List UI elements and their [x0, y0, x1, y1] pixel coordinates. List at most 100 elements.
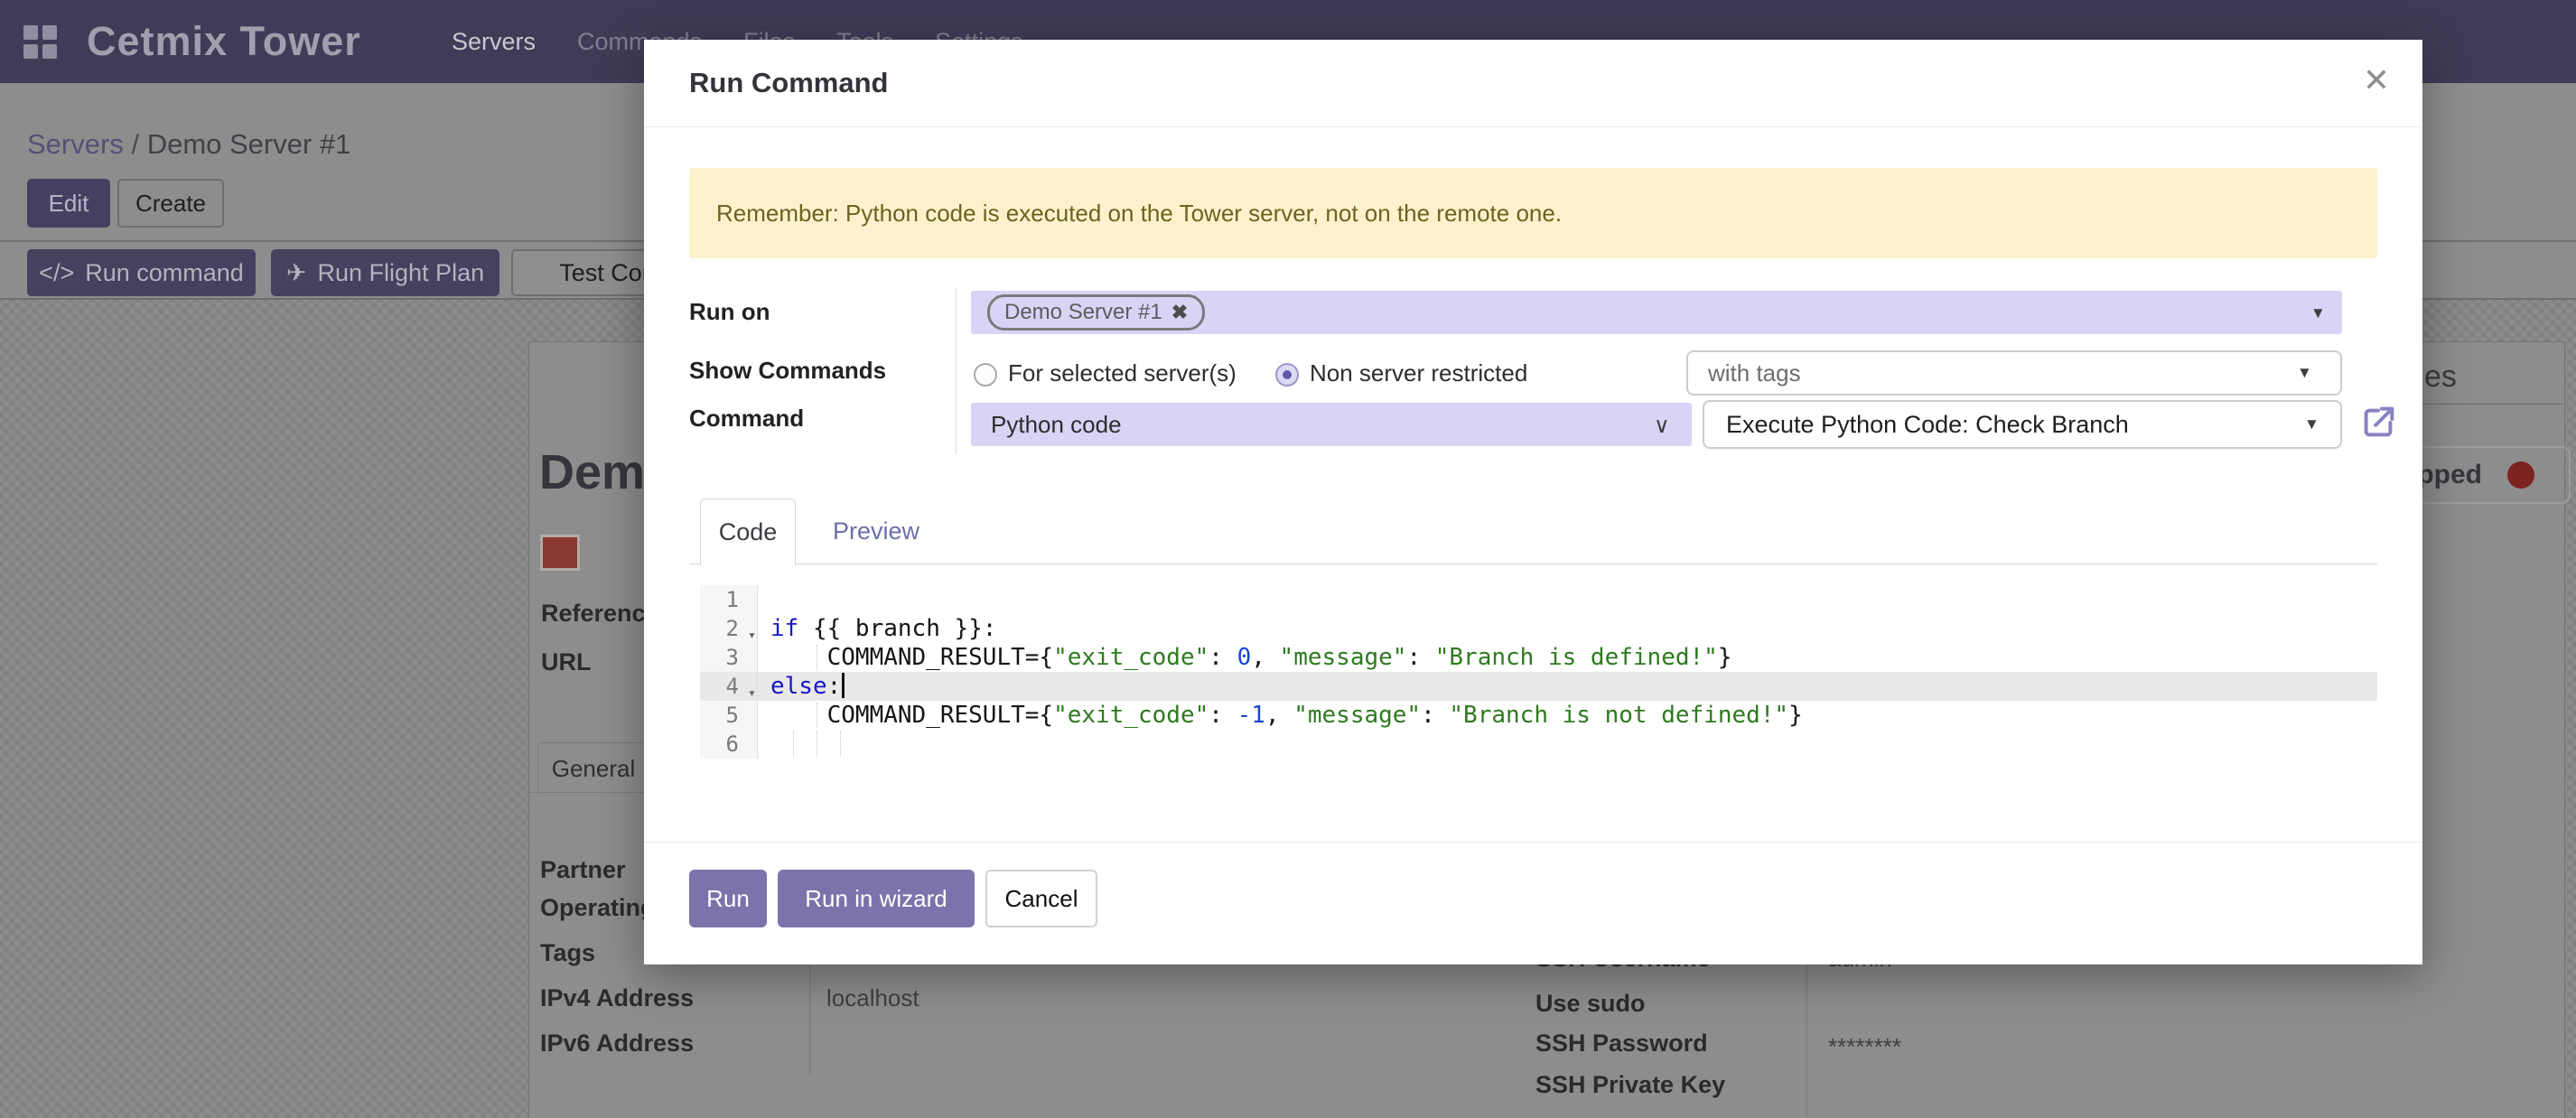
divider	[956, 287, 957, 453]
apps-menu-icon[interactable]	[23, 25, 57, 59]
app-screen: Cetmix Tower Servers Commands Files Tool…	[0, 0, 2576, 1118]
external-link-icon[interactable]	[2357, 402, 2399, 443]
radio-for-selected-servers[interactable]	[974, 363, 997, 387]
cancel-button[interactable]: Cancel	[985, 870, 1097, 927]
run-on-label: Run on	[689, 298, 770, 326]
tab-general[interactable]: General	[537, 742, 649, 794]
breadcrumb-servers-link[interactable]: Servers	[27, 128, 124, 160]
code-line-content: else:	[758, 672, 2377, 701]
run-in-wizard-button[interactable]: Run in wizard	[778, 870, 975, 927]
code-token: }	[1718, 644, 1732, 671]
code-token: :	[1209, 702, 1237, 729]
command-select[interactable]: Execute Python Code: Check Branch	[1703, 400, 2342, 449]
text-cursor	[842, 673, 845, 698]
chevron-down-icon: ▼	[2297, 364, 2312, 382]
command-type-value: Python code	[991, 411, 1122, 439]
editor-line[interactable]: 5 COMMAND_RESULT={"exit_code": -1, "mess…	[700, 701, 2377, 730]
radio-non-server-restricted[interactable]	[1275, 363, 1299, 387]
code-token: "exit_code"	[1053, 702, 1209, 729]
tags-filter-select[interactable]: with tags	[1686, 350, 2342, 396]
tab-code[interactable]: Code	[700, 498, 796, 565]
chevron-down-icon: ∨	[1654, 413, 1670, 439]
editor-line[interactable]: 4▾else:	[700, 672, 2377, 701]
tags-label: Tags	[540, 939, 595, 967]
editor-line[interactable]: 3 COMMAND_RESULT={"exit_code": 0, "messa…	[700, 643, 2377, 672]
code-token: -1	[1237, 702, 1265, 729]
indent-guide	[840, 731, 841, 757]
breadcrumb: Servers / Demo Server #1	[27, 128, 350, 161]
code-token: "message"	[1280, 644, 1407, 671]
breadcrumb-separator: /	[131, 128, 139, 160]
code-token: COMMAND_RESULT={	[770, 644, 1053, 671]
indent-guide	[793, 731, 794, 757]
radio-for-selected-servers-label[interactable]: For selected server(s)	[1008, 359, 1237, 387]
code-line-content: if {{ branch }}:	[758, 614, 2377, 643]
ssh-password-label: SSH Password	[1535, 1029, 1708, 1057]
breadcrumb-current: Demo Server #1	[147, 128, 351, 160]
run-flight-plan-button[interactable]: ✈ Run Flight Plan	[271, 249, 499, 296]
url-label: URL	[541, 648, 592, 676]
code-token: ,	[1251, 644, 1279, 671]
run-flight-plan-label: Run Flight Plan	[318, 259, 485, 287]
code-token: "exit_code"	[1053, 644, 1209, 671]
ssh-private-key-label: SSH Private Key	[1535, 1071, 1725, 1099]
editor-line[interactable]: 2▾if {{ branch }}:	[700, 614, 2377, 643]
server-color-tag[interactable]	[540, 535, 580, 571]
ipv4-label: IPv4 Address	[540, 984, 694, 1012]
radio-non-server-restricted-label[interactable]: Non server restricted	[1310, 359, 1527, 387]
editor-gutter: 2▾	[700, 614, 758, 643]
status-stopped-dot-icon	[2507, 461, 2534, 489]
tags-filter-placeholder: with tags	[1708, 359, 1801, 387]
close-icon[interactable]: ✕	[2363, 61, 2390, 99]
tab-preview[interactable]: Preview	[817, 498, 935, 564]
ssh-password-value: ********	[1828, 1033, 1901, 1061]
code-token: "Branch is not defined!"	[1449, 702, 1788, 729]
divider	[644, 842, 2422, 843]
code-token: ,	[1265, 702, 1293, 729]
code-line-content	[758, 585, 2377, 614]
alert-text: Remember: Python code is executed on the…	[716, 200, 1562, 228]
code-token: {{ branch }}:	[798, 615, 996, 642]
code-token: :	[1209, 644, 1237, 671]
tag-remove-icon[interactable]: ✖	[1171, 301, 1188, 324]
create-button[interactable]: Create	[117, 179, 224, 228]
run-button[interactable]: Run	[689, 870, 767, 927]
run-command-modal: Run Command ✕ Remember: Python code is e…	[644, 40, 2422, 964]
editor-line[interactable]: 1	[700, 585, 2377, 614]
code-token: :	[827, 673, 842, 700]
edit-button[interactable]: Edit	[27, 179, 110, 228]
run-on-select[interactable]: Demo Server #1 ✖	[971, 291, 2342, 334]
code-token: :	[1421, 702, 1449, 729]
line-number: 6	[726, 730, 739, 759]
code-token: 0	[1237, 644, 1252, 671]
ipv4-value: localhost	[826, 984, 919, 1012]
run-on-tag-label: Demo Server #1	[1004, 300, 1162, 325]
chevron-down-icon: ▼	[2310, 304, 2326, 322]
divider	[2422, 404, 2563, 405]
brand-title: Cetmix Tower	[87, 18, 361, 65]
code-line-content: COMMAND_RESULT={"exit_code": -1, "messag…	[758, 701, 2377, 730]
code-editor[interactable]: 12▾if {{ branch }}:3 COMMAND_RESULT={"ex…	[700, 585, 2377, 759]
plane-icon: ✈	[286, 259, 307, 287]
command-label: Command	[689, 405, 804, 433]
run-command-button[interactable]: </> Run command	[27, 249, 256, 296]
editor-gutter: 4▾	[700, 672, 758, 701]
code-token: else	[770, 673, 827, 700]
line-number: 4	[726, 672, 739, 701]
run-on-tag[interactable]: Demo Server #1 ✖	[987, 294, 1205, 331]
code-token: }	[1788, 702, 1803, 729]
command-value: Execute Python Code: Check Branch	[1726, 411, 2129, 439]
divider	[644, 126, 2422, 127]
run-command-label: Run command	[85, 259, 244, 287]
command-type-select[interactable]: Python code	[971, 403, 1692, 446]
menu-item-servers[interactable]: Servers	[452, 28, 536, 56]
partial-heading: es	[2424, 359, 2457, 395]
editor-line[interactable]: 6	[700, 730, 2377, 759]
code-line-content	[758, 730, 2377, 759]
line-number: 5	[726, 701, 739, 730]
use-sudo-label: Use sudo	[1535, 990, 1646, 1018]
code-token: "message"	[1293, 702, 1421, 729]
column-divider	[1806, 939, 1807, 1116]
partner-label: Partner	[540, 856, 626, 884]
editor-gutter: 1	[700, 585, 758, 614]
